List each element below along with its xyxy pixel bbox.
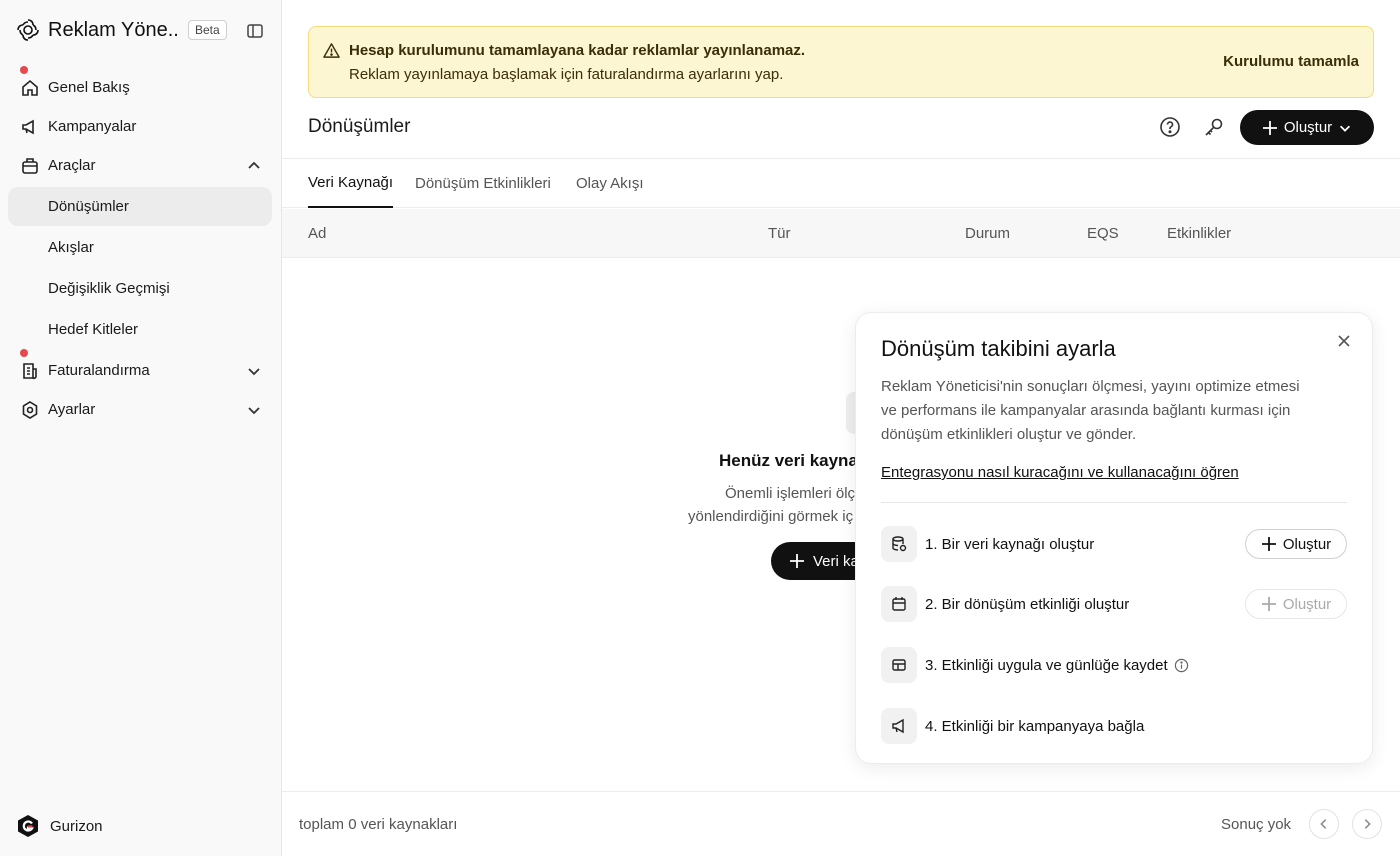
step-label: 2. Bir dönüşüm etkinliği oluştur: [925, 595, 1130, 613]
complete-setup-link[interactable]: Kurulumu tamamla: [1223, 53, 1359, 70]
beta-badge: Beta: [188, 20, 227, 40]
chevron-down-icon: [248, 368, 260, 376]
step-label: 4. Etkinliği bir kampanyaya bağla: [925, 717, 1145, 735]
setup-step: 4. Etkinliği bir kampanyaya bağla: [881, 708, 1347, 744]
integration-guide-link[interactable]: Entegrasyonu nasıl kuracağını ve kullana…: [881, 464, 1239, 481]
setup-step: 1. Bir veri kaynağı oluştur Oluştur: [881, 526, 1347, 562]
help-icon[interactable]: [1159, 116, 1181, 138]
database-icon: [881, 526, 917, 562]
tools-icon: [20, 156, 40, 176]
plus-icon: [1261, 597, 1276, 611]
table-header: Ad Tür Durum EQS Etkinlikler: [282, 209, 1400, 258]
sidebar-item-hedef-kitleler[interactable]: Hedef Kitleler: [8, 310, 272, 349]
sidebar-nav: Genel Bakış Kampanyalar Araçlar Dönüşüml…: [8, 66, 272, 429]
sidebar-item-faturalandirma[interactable]: Faturalandırma: [8, 349, 272, 390]
tab-veri-kaynagi[interactable]: Veri Kaynağı: [308, 159, 394, 208]
panel-title: Dönüşüm takibini ayarla: [881, 336, 1116, 361]
tab-olay-akisi[interactable]: Olay Akışı: [576, 159, 644, 208]
sidebar-item-label: Genel Bakış: [48, 79, 130, 96]
column-header-eqs[interactable]: EQS: [1087, 225, 1119, 242]
org-name: Gurizon: [50, 817, 103, 835]
settings-icon: [20, 400, 40, 420]
setup-step: 2. Bir dönüşüm etkinliği oluştur Oluştur: [881, 586, 1347, 622]
step-2-create-button[interactable]: Oluştur: [1245, 589, 1347, 619]
close-icon[interactable]: [1336, 333, 1352, 349]
setup-warning-banner: Hesap kurulumunu tamamlayana kadar rekla…: [308, 26, 1374, 98]
sidebar-item-label: Faturalandırma: [48, 362, 150, 379]
column-header-durum[interactable]: Durum: [965, 225, 1010, 242]
sidebar-item-kampanyalar[interactable]: Kampanyalar: [8, 107, 272, 146]
org-logo-icon: [18, 815, 38, 837]
panel-description-line: Reklam Yöneticisi'nin sonuçları ölçmesi,…: [881, 378, 1300, 395]
billing-icon: [20, 361, 40, 381]
step-label: 1. Bir veri kaynağı oluştur: [925, 535, 1095, 553]
notification-dot: [20, 349, 28, 357]
step-label: 3. Etkinliği uygula ve günlüğe kaydet: [925, 656, 1168, 674]
create-button-label: Oluştur: [1283, 119, 1333, 136]
sidebar-toggle-icon[interactable]: [246, 22, 264, 40]
app-logo-icon: [17, 19, 39, 41]
sidebar: Reklam Yöne... Beta Genel Bakış Kampanya…: [0, 0, 282, 856]
org-switcher[interactable]: Gurizon: [16, 814, 103, 838]
notification-dot: [20, 66, 28, 74]
sidebar-item-label: Değişiklik Geçmişi: [48, 280, 170, 297]
plus-icon: [790, 554, 804, 568]
warning-icon: [323, 43, 340, 58]
home-icon: [20, 78, 40, 98]
setup-step: 3. Etkinliği uygula ve günlüğe kaydet: [881, 647, 1347, 683]
chevron-right-icon: [1364, 819, 1371, 829]
chevron-down-icon: [1340, 125, 1351, 132]
tabs: Veri Kaynağı Dönüşüm Etkinlikleri Olay A…: [282, 158, 1400, 208]
column-header-etkinlikler[interactable]: Etkinlikler: [1167, 225, 1231, 242]
chevron-down-icon: [248, 407, 260, 415]
sidebar-item-akislar[interactable]: Akışlar: [8, 228, 272, 267]
panel-description-line: dönüşüm etkinlikleri oluştur ve gönder.: [881, 426, 1137, 443]
app-title: Reklam Yöne...: [48, 18, 178, 41]
conversion-setup-panel: Dönüşüm takibini ayarla Reklam Yöneticis…: [855, 312, 1373, 764]
chevron-up-icon: [248, 161, 260, 169]
previous-page-button[interactable]: [1309, 809, 1339, 839]
sidebar-item-ayarlar[interactable]: Ayarlar: [8, 390, 272, 429]
calendar-icon: [881, 586, 917, 622]
divider: [881, 502, 1347, 503]
info-icon[interactable]: [1174, 658, 1189, 673]
banner-title: Hesap kurulumunu tamamlayana kadar rekla…: [349, 42, 806, 59]
key-icon[interactable]: [1203, 116, 1225, 138]
panel-description-line: ve performans ile kampanyalar arasında b…: [881, 402, 1291, 419]
sidebar-item-label: Kampanyalar: [48, 118, 137, 135]
panel-description: Reklam Yöneticisi'nin sonuçları ölçmesi,…: [881, 375, 1321, 447]
sidebar-item-label: Ayarlar: [48, 401, 96, 418]
megaphone-icon: [20, 117, 40, 137]
sidebar-item-label: Dönüşümler: [48, 198, 129, 215]
sidebar-item-label: Akışlar: [48, 239, 94, 256]
layout-icon: [881, 647, 917, 683]
sidebar-item-araclar[interactable]: Araçlar: [8, 146, 272, 185]
create-button[interactable]: Oluştur: [1240, 110, 1374, 145]
sidebar-item-genel-bakis[interactable]: Genel Bakış: [8, 66, 272, 107]
result-status: Sonuç yok: [1221, 816, 1292, 833]
empty-state-title: Henüz veri kayna: [719, 451, 858, 470]
step-button-label: Oluştur: [1282, 535, 1332, 553]
sidebar-item-label: Hedef Kitleler: [48, 321, 139, 338]
tab-donusum-etkinlikleri[interactable]: Dönüşüm Etkinlikleri: [415, 159, 551, 208]
banner-text: Reklam yayınlamaya başlamak için fatural…: [349, 66, 784, 83]
plus-icon: [1262, 120, 1277, 135]
sidebar-item-donusumler[interactable]: Dönüşümler: [8, 187, 272, 226]
create-data-source-label: Veri ka: [813, 552, 859, 570]
chevron-left-icon: [1320, 819, 1327, 829]
total-count: toplam 0 veri kaynakları: [299, 816, 458, 833]
step-button-label: Oluştur: [1282, 595, 1332, 613]
next-page-button[interactable]: [1352, 809, 1382, 839]
step-1-create-button[interactable]: Oluştur: [1245, 529, 1347, 559]
column-header-ad[interactable]: Ad: [308, 225, 326, 242]
column-header-tur[interactable]: Tür: [768, 225, 791, 242]
sidebar-item-label: Araçlar: [48, 157, 96, 174]
brand: Reklam Yöne... Beta: [16, 16, 266, 44]
sidebar-item-degisiklik-gecmisi[interactable]: Değişiklik Geçmişi: [8, 269, 272, 308]
megaphone-icon: [881, 708, 917, 744]
page-title: Dönüşümler: [308, 116, 411, 137]
table-footer: toplam 0 veri kaynakları Sonuç yok: [282, 791, 1400, 856]
plus-icon: [1261, 537, 1276, 551]
